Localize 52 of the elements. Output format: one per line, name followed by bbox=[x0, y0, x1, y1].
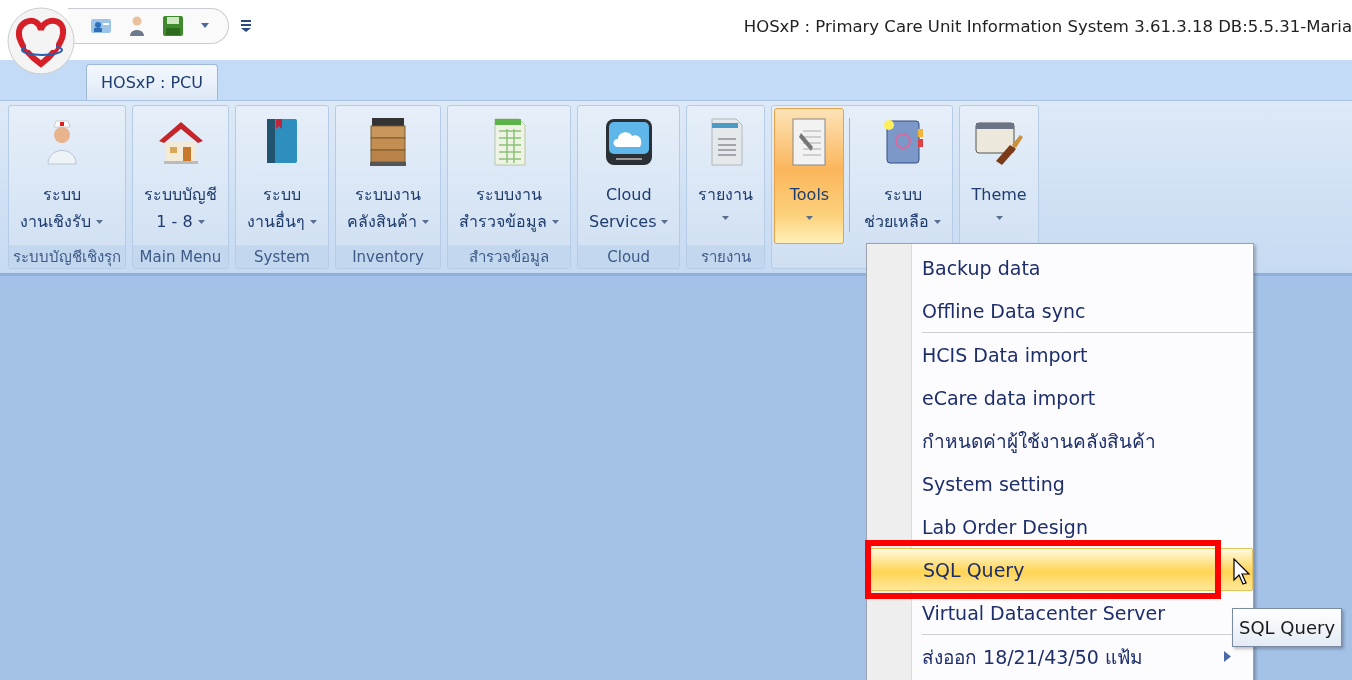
ribbon-button[interactable]: ระบบงาน สำรวจข้อมูล bbox=[450, 108, 568, 244]
group-caption: Main Menu bbox=[139, 247, 222, 266]
button-label: คลังสินค้า bbox=[347, 210, 417, 233]
id-card-icon[interactable] bbox=[90, 17, 112, 35]
button-label: ระบบ bbox=[42, 183, 81, 206]
ribbon-button[interactable]: Tools bbox=[774, 108, 845, 244]
menu-item[interactable]: Backup data bbox=[912, 246, 1253, 289]
button-label: ระบบงาน bbox=[355, 183, 421, 206]
menu-item[interactable]: System setting bbox=[912, 462, 1253, 505]
ribbon-button[interactable]: Theme bbox=[962, 108, 1036, 244]
ribbon-button[interactable]: รายงาน bbox=[689, 108, 763, 244]
person-icon[interactable] bbox=[128, 15, 146, 37]
menu-item[interactable]: Lab Order Design bbox=[912, 505, 1253, 548]
button-label: Cloud bbox=[605, 183, 652, 206]
button-label: รายงาน bbox=[698, 183, 754, 206]
button-label: Tools bbox=[789, 183, 830, 206]
tooltip: SQL Query bbox=[1232, 608, 1343, 647]
group-caption: สำรวจข้อมูล bbox=[469, 246, 549, 268]
button-label: ระบบงาน bbox=[476, 183, 542, 206]
window-title: HOSxP : Primary Care Unit Information System 3.61.3.18 DB:5.5.31-Maria bbox=[743, 16, 1352, 36]
menu-item[interactable]: eCare data import bbox=[912, 376, 1253, 419]
group-caption: System bbox=[254, 247, 310, 266]
ribbon-tab[interactable]: HOSxP : PCU bbox=[86, 64, 218, 100]
button-label: ช่วยเหลือ bbox=[864, 210, 930, 233]
customize-icon[interactable] bbox=[241, 20, 251, 32]
button-label: ระบบ bbox=[263, 183, 301, 206]
button-label: Services bbox=[589, 210, 657, 233]
save-icon[interactable] bbox=[162, 15, 184, 37]
button-label: Theme bbox=[971, 183, 1027, 206]
group-caption: Cloud bbox=[607, 247, 651, 266]
ribbon-button[interactable]: ระบบบัญชี 1 - 8 bbox=[135, 108, 226, 244]
button-label: ระบบ bbox=[883, 183, 922, 206]
submenu-arrow-icon bbox=[1224, 651, 1231, 662]
menu-item[interactable]: SQL Query bbox=[869, 548, 1253, 591]
menu-item[interactable]: HCIS Data import bbox=[912, 333, 1253, 376]
menu-item[interactable]: กำหนดค่าผู้ใช้งานคลังสินค้า bbox=[912, 419, 1253, 462]
button-label: งานเชิงรับ bbox=[20, 210, 91, 233]
ribbon-button[interactable]: ระบบงาน คลังสินค้า bbox=[338, 108, 438, 244]
group-caption: รายงาน bbox=[700, 246, 751, 268]
ribbon-button[interactable]: ระบบ ช่วยเหลือ bbox=[855, 108, 951, 244]
ribbon-button[interactable]: ระบบ งานอื่นๆ bbox=[238, 108, 326, 244]
group-caption: Inventory bbox=[352, 247, 424, 266]
group-caption: ระบบบัญชีเชิงรุก bbox=[13, 246, 121, 269]
ribbon-button[interactable]: ระบบ งานเชิงรับ bbox=[11, 108, 112, 244]
mouse-pointer-icon bbox=[1233, 558, 1251, 586]
caret-icon[interactable] bbox=[200, 23, 210, 29]
menu-item[interactable]: Offline Data sync bbox=[912, 289, 1253, 332]
ribbon-button[interactable]: Cloud Services bbox=[580, 108, 678, 244]
button-label: ระบบบัญชี bbox=[144, 183, 217, 206]
button-label: สำรวจข้อมูล bbox=[459, 210, 547, 233]
button-label: 1 - 8 bbox=[156, 210, 193, 233]
button-label: งานอื่นๆ bbox=[247, 210, 305, 233]
